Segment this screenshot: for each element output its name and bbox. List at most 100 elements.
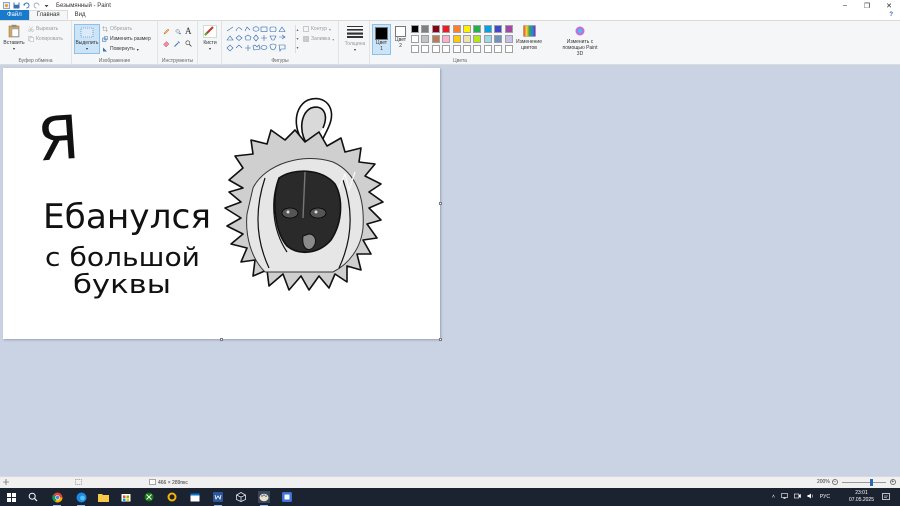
palette-swatch[interactable] bbox=[504, 25, 513, 33]
redo-icon[interactable] bbox=[33, 2, 40, 9]
size-button[interactable]: Толщина ▾ bbox=[342, 25, 368, 53]
palette-empty-slot[interactable] bbox=[463, 45, 471, 53]
canvas-resize-handle-corner[interactable] bbox=[439, 338, 442, 341]
palette-swatch[interactable] bbox=[463, 35, 471, 43]
fill-button[interactable]: Заливка ▾ bbox=[303, 36, 334, 42]
edit-colors-button[interactable]: Изменение цветов bbox=[516, 25, 542, 51]
magnifier-tool[interactable] bbox=[185, 40, 192, 47]
undo-icon[interactable] bbox=[23, 2, 30, 9]
palette-swatch[interactable] bbox=[463, 25, 471, 33]
cut-button[interactable]: Вырезать bbox=[28, 26, 58, 32]
customize-qat-icon[interactable] bbox=[43, 2, 50, 9]
start-button[interactable] bbox=[5, 491, 17, 503]
palette-swatch[interactable] bbox=[431, 25, 440, 33]
taskbar-app-cube[interactable] bbox=[235, 491, 247, 503]
drawing-canvas[interactable]: Я Ебанулся с большой буквы bbox=[3, 68, 440, 339]
pencil-tool[interactable] bbox=[163, 28, 170, 35]
palette-swatch[interactable] bbox=[473, 35, 482, 43]
shapes-gallery[interactable] bbox=[225, 25, 295, 53]
tab-home[interactable]: Главная bbox=[28, 10, 68, 20]
color1-button[interactable]: Цвет 1 bbox=[372, 24, 391, 55]
brushes-dropdown-icon: ▾ bbox=[208, 46, 211, 51]
canvas-resize-handle-bottom[interactable] bbox=[220, 338, 223, 341]
palette-empty-slot[interactable] bbox=[483, 45, 492, 53]
eraser-tool[interactable] bbox=[163, 40, 170, 48]
help-button[interactable]: ? bbox=[882, 10, 900, 20]
canvas-resize-handle-right[interactable] bbox=[439, 202, 442, 205]
taskbar-chrome[interactable] bbox=[51, 491, 63, 506]
clock[interactable]: 23:01 07.05.2025 bbox=[849, 490, 874, 504]
palette-swatch[interactable] bbox=[442, 25, 451, 33]
palette-empty-slot[interactable] bbox=[494, 45, 503, 53]
palette-empty-slot[interactable] bbox=[421, 45, 430, 53]
tab-view[interactable]: Вид bbox=[68, 10, 93, 20]
palette-swatch[interactable] bbox=[421, 35, 430, 43]
clock-date: 07.05.2025 bbox=[848, 497, 874, 503]
palette-empty-slot[interactable] bbox=[442, 45, 451, 53]
taskbar-app-window[interactable] bbox=[189, 491, 201, 503]
zoom-out-button[interactable]: − bbox=[831, 479, 838, 485]
ribbon-tabs: Файл Главная Вид ? bbox=[0, 10, 900, 21]
text-tool[interactable]: A bbox=[185, 26, 192, 36]
taskbar-xbox[interactable] bbox=[143, 491, 155, 503]
palette-swatch[interactable] bbox=[442, 35, 451, 43]
taskbar-store[interactable] bbox=[120, 491, 132, 503]
rotate-button[interactable]: Повернуть ▾ bbox=[102, 46, 139, 52]
color-picker-tool[interactable] bbox=[174, 40, 180, 47]
image-group-label: Изображение bbox=[98, 58, 131, 64]
language-indicator[interactable]: РУС bbox=[820, 494, 830, 500]
search-button[interactable] bbox=[27, 491, 39, 503]
search-icon bbox=[28, 492, 38, 502]
zoom-slider[interactable] bbox=[841, 478, 886, 486]
paste-button[interactable]: Вставить ▾ bbox=[3, 24, 25, 52]
palette-swatch[interactable] bbox=[452, 35, 461, 43]
meet-now-icon[interactable] bbox=[793, 493, 801, 501]
palette-swatch[interactable] bbox=[431, 35, 440, 43]
fill-tool[interactable] bbox=[174, 28, 181, 35]
volume-icon[interactable] bbox=[807, 493, 814, 501]
tab-file[interactable]: Файл bbox=[0, 10, 29, 20]
taskbar-edge[interactable] bbox=[75, 491, 87, 506]
color2-button[interactable]: Цвет 2 bbox=[393, 26, 408, 49]
taskbar-word[interactable] bbox=[212, 491, 224, 506]
palette-swatch[interactable] bbox=[421, 25, 430, 33]
palette-swatch[interactable] bbox=[483, 25, 492, 33]
brushes-button[interactable]: Кисти ▾ bbox=[200, 25, 220, 52]
show-hidden-icons[interactable]: ˄ bbox=[772, 494, 775, 500]
maximize-button[interactable]: ❐ bbox=[856, 0, 878, 11]
zoom-in-button[interactable]: + bbox=[889, 479, 896, 485]
network-icon[interactable] bbox=[781, 493, 788, 501]
taskbar-file-explorer[interactable] bbox=[97, 491, 109, 503]
minimize-button[interactable]: – bbox=[834, 0, 856, 11]
taskbar-paint[interactable] bbox=[258, 491, 270, 506]
select-button[interactable]: Выделить ▾ bbox=[74, 24, 100, 54]
copy-button[interactable]: Копировать bbox=[28, 36, 63, 42]
palette-swatch[interactable] bbox=[411, 35, 419, 43]
crop-button[interactable]: Обрезать bbox=[102, 26, 132, 32]
palette-empty-slot[interactable] bbox=[504, 45, 513, 53]
palette-swatch[interactable] bbox=[494, 35, 503, 43]
palette-empty-slot[interactable] bbox=[473, 45, 482, 53]
palette-empty-slot[interactable] bbox=[411, 45, 419, 53]
palette-swatch[interactable] bbox=[494, 25, 503, 33]
save-icon[interactable] bbox=[13, 2, 20, 9]
resize-button[interactable]: Изменить размер bbox=[102, 36, 151, 42]
title-bar: Безымянный - Paint – ❐ ✕ bbox=[0, 0, 900, 11]
palette-swatch[interactable] bbox=[483, 35, 492, 43]
palette-empty-slot[interactable] bbox=[452, 45, 461, 53]
canvas-workspace[interactable]: Я Ебанулся с большой буквы bbox=[0, 65, 900, 476]
outline-button[interactable]: Контур ▾ bbox=[303, 26, 331, 32]
pencil-icon bbox=[163, 28, 170, 35]
palette-empty-slot[interactable] bbox=[431, 45, 440, 53]
palette-swatch[interactable] bbox=[411, 25, 419, 33]
brushes-group: Кисти ▾ bbox=[198, 21, 222, 65]
paint3d-button[interactable]: Изменить с помощью Paint 3D bbox=[560, 25, 600, 57]
taskbar-app-blue[interactable] bbox=[281, 491, 293, 503]
shapes-scrollbar[interactable]: ▴ ▾ ▾ bbox=[295, 25, 299, 53]
taskbar-app-yellow[interactable] bbox=[166, 491, 178, 503]
palette-swatch[interactable] bbox=[452, 25, 461, 33]
zoom-slider-thumb[interactable] bbox=[869, 478, 873, 486]
palette-swatch[interactable] bbox=[473, 25, 482, 33]
palette-swatch[interactable] bbox=[504, 35, 513, 43]
notification-center-button[interactable] bbox=[880, 491, 892, 503]
